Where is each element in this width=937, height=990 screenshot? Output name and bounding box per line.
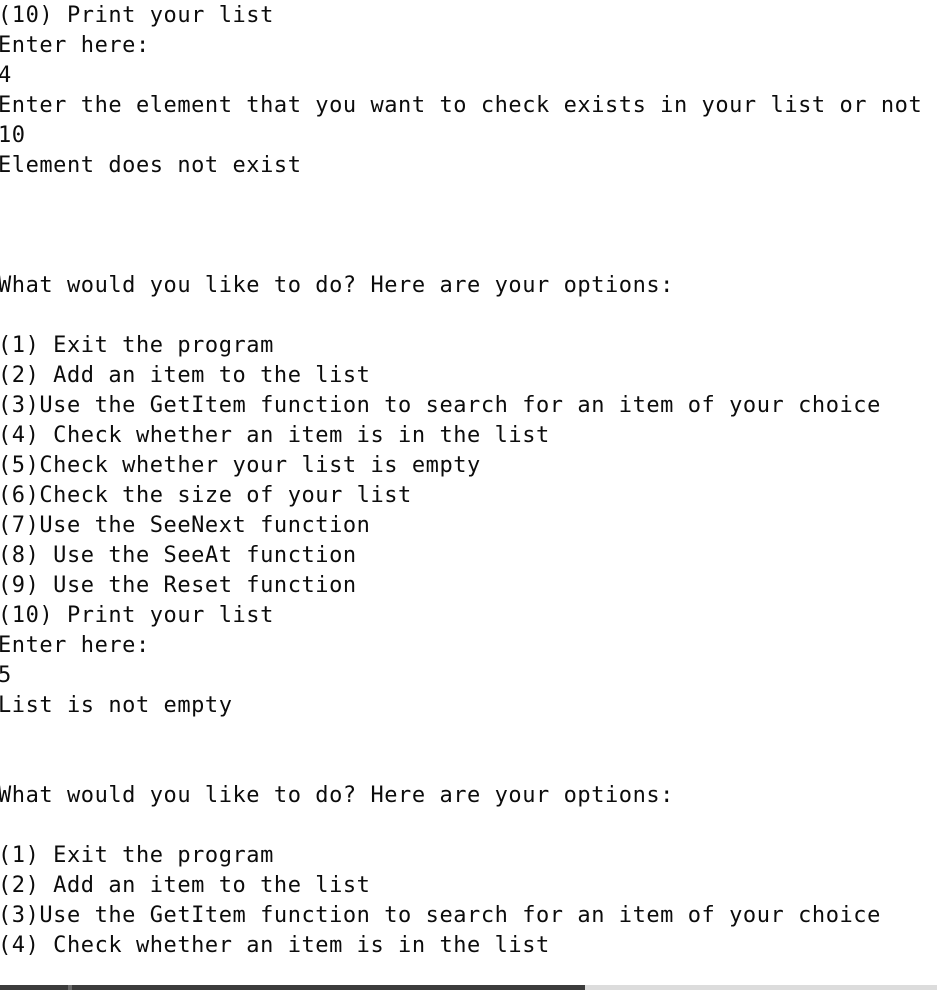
console-line: (1) Exit the program [0,333,274,358]
console-line: (7)Use the SeeNext function [0,513,371,538]
console-line: (10) Print your list [0,603,274,628]
console-line: List is not empty [0,693,233,718]
console-line: What would you like to do? Here are your… [0,783,674,808]
console-line: (3)Use the GetItem function to search fo… [0,393,881,418]
console-line: (3)Use the GetItem function to search fo… [0,903,881,928]
console-line: (1) Exit the program [0,843,274,868]
console-output: (10) Print your list Enter here: 4 Enter… [0,0,937,985]
console-line: Element does not exist [0,153,302,178]
console-line: (4) Check whether an item is in the list [0,423,550,448]
console-line: (10) Print your list [0,3,274,28]
console-lines: (10) Print your list Enter here: 4 Enter… [0,1,922,961]
console-line: 10 [0,123,26,148]
console-line: (8) Use the SeeAt function [0,543,357,568]
console-line: Enter the element that you want to check… [0,93,923,118]
console-line: 5 [0,663,12,688]
console-line: 4 [0,63,12,88]
console-line: What would you like to do? Here are your… [0,273,674,298]
console-line: (4) Check whether an item is in the list [0,933,550,958]
scrollbar-thumb[interactable] [0,985,585,990]
console-line: (2) Add an item to the list [0,873,371,898]
console-line: (9) Use the Reset function [0,573,357,598]
console-line: (5)Check whether your list is empty [0,453,481,478]
console-line: Enter here: [0,33,150,58]
console-line: (2) Add an item to the list [0,363,371,388]
horizontal-scrollbar[interactable] [0,985,937,990]
console-line: Enter here: [0,633,150,658]
console-line: (6)Check the size of your list [0,483,412,508]
